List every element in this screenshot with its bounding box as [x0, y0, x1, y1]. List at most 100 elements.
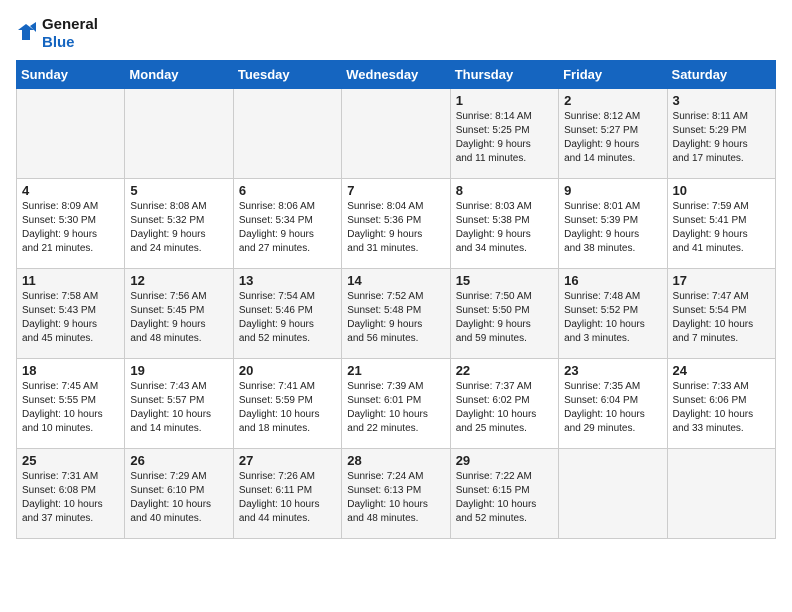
- day-info: Sunrise: 8:06 AM Sunset: 5:34 PM Dayligh…: [239, 200, 336, 256]
- logo-line1: General: [42, 16, 98, 34]
- day-number: 3: [673, 93, 770, 108]
- day-cell: [125, 89, 233, 179]
- day-cell: [233, 89, 341, 179]
- day-number: 17: [673, 273, 770, 288]
- day-info: Sunrise: 7:59 AM Sunset: 5:41 PM Dayligh…: [673, 200, 770, 256]
- day-number: 20: [239, 363, 336, 378]
- day-number: 9: [564, 183, 661, 198]
- day-info: Sunrise: 7:47 AM Sunset: 5:54 PM Dayligh…: [673, 290, 770, 346]
- day-number: 7: [347, 183, 444, 198]
- day-info: Sunrise: 7:29 AM Sunset: 6:10 PM Dayligh…: [130, 470, 227, 526]
- day-number: 6: [239, 183, 336, 198]
- day-number: 8: [456, 183, 553, 198]
- week-row-3: 11 Sunrise: 7:58 AM Sunset: 5:43 PM Dayli…: [17, 269, 776, 359]
- day-cell: [17, 89, 125, 179]
- day-info: Sunrise: 7:31 AM Sunset: 6:08 PM Dayligh…: [22, 470, 119, 526]
- day-cell: 26Sunrise: 7:29 AM Sunset: 6:10 PM Dayli…: [125, 449, 233, 539]
- day-cell: 20 Sunrise: 7:41 AM Sunset: 5:59 PM Dayli…: [233, 359, 341, 449]
- day-cell: 12 Sunrise: 7:56 AM Sunset: 5:45 PM Dayli…: [125, 269, 233, 359]
- weekday-header-monday: Monday: [125, 61, 233, 89]
- day-cell: 27Sunrise: 7:26 AM Sunset: 6:11 PM Dayli…: [233, 449, 341, 539]
- day-number: 2: [564, 93, 661, 108]
- day-number: 10: [673, 183, 770, 198]
- day-number: 22: [456, 363, 553, 378]
- day-info: Sunrise: 7:45 AM Sunset: 5:55 PM Dayligh…: [22, 380, 119, 436]
- week-row-4: 18 Sunrise: 7:45 AM Sunset: 5:55 PM Dayli…: [17, 359, 776, 449]
- logo: General Blue: [16, 16, 98, 52]
- day-number: 16: [564, 273, 661, 288]
- day-info: Sunrise: 7:48 AM Sunset: 5:52 PM Dayligh…: [564, 290, 661, 346]
- day-cell: 18 Sunrise: 7:45 AM Sunset: 5:55 PM Dayli…: [17, 359, 125, 449]
- day-cell: 13 Sunrise: 7:54 AM Sunset: 5:46 PM Dayli…: [233, 269, 341, 359]
- day-number: 28: [347, 453, 444, 468]
- day-info: Sunrise: 7:56 AM Sunset: 5:45 PM Dayligh…: [130, 290, 227, 346]
- day-cell: 15 Sunrise: 7:50 AM Sunset: 5:50 PM Dayli…: [450, 269, 558, 359]
- day-cell: 28 Sunrise: 7:24 AM Sunset: 6:13 PM Dayli…: [342, 449, 450, 539]
- day-cell: [342, 89, 450, 179]
- day-cell: 23 Sunrise: 7:35 AM Sunset: 6:04 PM Dayli…: [559, 359, 667, 449]
- day-info: Sunrise: 8:14 AM Sunset: 5:25 PM Dayligh…: [456, 110, 553, 166]
- day-cell: 19 Sunrise: 7:43 AM Sunset: 5:57 PM Dayli…: [125, 359, 233, 449]
- day-info: Sunrise: 8:01 AM Sunset: 5:39 PM Dayligh…: [564, 200, 661, 256]
- day-number: 11: [22, 273, 119, 288]
- day-number: 5: [130, 183, 227, 198]
- day-cell: 25 Sunrise: 7:31 AM Sunset: 6:08 PM Dayli…: [17, 449, 125, 539]
- day-info: Sunrise: 7:37 AM Sunset: 6:02 PM Dayligh…: [456, 380, 553, 436]
- logo-line2: Blue: [42, 34, 98, 52]
- weekday-header-thursday: Thursday: [450, 61, 558, 89]
- day-info: Sunrise: 8:12 AM Sunset: 5:27 PM Dayligh…: [564, 110, 661, 166]
- page-header: General Blue: [16, 16, 776, 52]
- day-cell: [667, 449, 775, 539]
- day-number: 21: [347, 363, 444, 378]
- weekday-header-row: SundayMondayTuesdayWednesdayThursdayFrid…: [17, 61, 776, 89]
- day-info: Sunrise: 8:11 AM Sunset: 5:29 PM Dayligh…: [673, 110, 770, 166]
- day-number: 19: [130, 363, 227, 378]
- day-info: Sunrise: 7:41 AM Sunset: 5:59 PM Dayligh…: [239, 380, 336, 436]
- day-info: Sunrise: 8:09 AM Sunset: 5:30 PM Dayligh…: [22, 200, 119, 256]
- day-cell: 16 Sunrise: 7:48 AM Sunset: 5:52 PM Dayli…: [559, 269, 667, 359]
- day-cell: 5 Sunrise: 8:08 AM Sunset: 5:32 PM Daylig…: [125, 179, 233, 269]
- day-number: 1: [456, 93, 553, 108]
- day-cell: 11 Sunrise: 7:58 AM Sunset: 5:43 PM Dayli…: [17, 269, 125, 359]
- day-info: Sunrise: 7:52 AM Sunset: 5:48 PM Dayligh…: [347, 290, 444, 346]
- day-info: Sunrise: 7:33 AM Sunset: 6:06 PM Dayligh…: [673, 380, 770, 436]
- day-number: 15: [456, 273, 553, 288]
- day-number: 12: [130, 273, 227, 288]
- day-number: 29: [456, 453, 553, 468]
- day-info: Sunrise: 7:24 AM Sunset: 6:13 PM Dayligh…: [347, 470, 444, 526]
- day-number: 24: [673, 363, 770, 378]
- day-number: 25: [22, 453, 119, 468]
- day-number: 23: [564, 363, 661, 378]
- day-cell: [559, 449, 667, 539]
- day-info: Sunrise: 7:26 AM Sunset: 6:11 PM Dayligh…: [239, 470, 336, 526]
- day-cell: 22 Sunrise: 7:37 AM Sunset: 6:02 PM Dayli…: [450, 359, 558, 449]
- day-cell: 2 Sunrise: 8:12 AM Sunset: 5:27 PM Daylig…: [559, 89, 667, 179]
- day-cell: 4Sunrise: 8:09 AM Sunset: 5:30 PM Daylig…: [17, 179, 125, 269]
- day-cell: 3 Sunrise: 8:11 AM Sunset: 5:29 PM Daylig…: [667, 89, 775, 179]
- day-cell: 10 Sunrise: 7:59 AM Sunset: 5:41 PM Dayli…: [667, 179, 775, 269]
- logo-bird-icon: [16, 22, 36, 46]
- day-number: 14: [347, 273, 444, 288]
- day-info: Sunrise: 7:43 AM Sunset: 5:57 PM Dayligh…: [130, 380, 227, 436]
- weekday-header-friday: Friday: [559, 61, 667, 89]
- day-info: Sunrise: 8:04 AM Sunset: 5:36 PM Dayligh…: [347, 200, 444, 256]
- week-row-1: 1 Sunrise: 8:14 AM Sunset: 5:25 PM Daylig…: [17, 89, 776, 179]
- day-info: Sunrise: 8:03 AM Sunset: 5:38 PM Dayligh…: [456, 200, 553, 256]
- day-number: 18: [22, 363, 119, 378]
- weekday-header-wednesday: Wednesday: [342, 61, 450, 89]
- week-row-5: 25 Sunrise: 7:31 AM Sunset: 6:08 PM Dayli…: [17, 449, 776, 539]
- day-info: Sunrise: 8:08 AM Sunset: 5:32 PM Dayligh…: [130, 200, 227, 256]
- day-cell: 17 Sunrise: 7:47 AM Sunset: 5:54 PM Dayli…: [667, 269, 775, 359]
- day-info: Sunrise: 7:58 AM Sunset: 5:43 PM Dayligh…: [22, 290, 119, 346]
- day-cell: 14 Sunrise: 7:52 AM Sunset: 5:48 PM Dayli…: [342, 269, 450, 359]
- day-cell: 21 Sunrise: 7:39 AM Sunset: 6:01 PM Dayli…: [342, 359, 450, 449]
- weekday-header-saturday: Saturday: [667, 61, 775, 89]
- day-info: Sunrise: 7:22 AM Sunset: 6:15 PM Dayligh…: [456, 470, 553, 526]
- week-row-2: 4Sunrise: 8:09 AM Sunset: 5:30 PM Daylig…: [17, 179, 776, 269]
- day-cell: 9 Sunrise: 8:01 AM Sunset: 5:39 PM Daylig…: [559, 179, 667, 269]
- day-info: Sunrise: 7:35 AM Sunset: 6:04 PM Dayligh…: [564, 380, 661, 436]
- day-info: Sunrise: 7:54 AM Sunset: 5:46 PM Dayligh…: [239, 290, 336, 346]
- day-info: Sunrise: 7:39 AM Sunset: 6:01 PM Dayligh…: [347, 380, 444, 436]
- day-info: Sunrise: 7:50 AM Sunset: 5:50 PM Dayligh…: [456, 290, 553, 346]
- day-number: 13: [239, 273, 336, 288]
